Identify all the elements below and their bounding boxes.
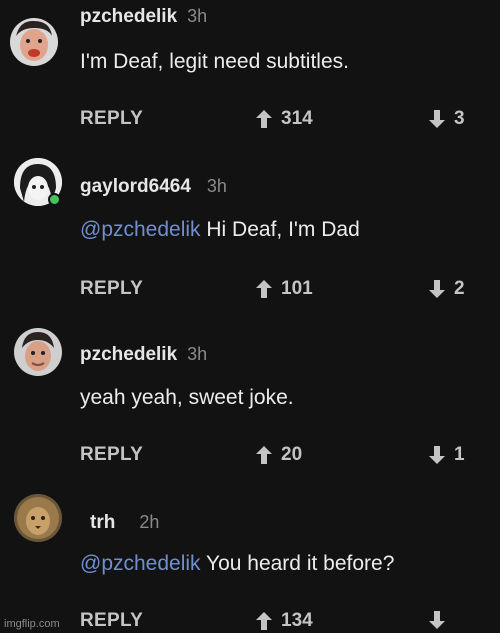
upvote-count: 101 (281, 278, 313, 299)
username[interactable]: pzchedelik (80, 6, 177, 27)
comment-text: yeah yeah, sweet joke. (80, 386, 294, 410)
comment-actions: REPLY 134 (0, 610, 500, 633)
timestamp: 3h (187, 6, 208, 26)
watermark: imgflip.com (4, 618, 60, 630)
comment-header: pzchedelik 3h (80, 344, 207, 366)
comment-actions: REPLY 101 2 (0, 278, 500, 308)
downvote-count: 3 (454, 108, 465, 129)
username[interactable]: trh (90, 512, 115, 533)
mention-link[interactable]: @pzchedelik (80, 552, 201, 575)
reply-button[interactable]: REPLY (80, 278, 143, 300)
comment-actions: REPLY 314 3 (0, 108, 500, 138)
arrow-up-icon (256, 110, 272, 128)
upvote-button[interactable]: 314 (255, 108, 313, 130)
reply-button[interactable]: REPLY (80, 610, 143, 632)
comment-text-body: You heard it before? (200, 552, 395, 575)
lion-avatar-icon (14, 494, 62, 542)
username[interactable]: gaylord6464 (80, 176, 191, 197)
downvote-count: 1 (454, 444, 465, 465)
arrow-down-icon (429, 110, 445, 128)
comment-actions: REPLY 20 1 (0, 444, 500, 474)
comment-header: gaylord6464 3h (80, 176, 227, 198)
comment-text: @pzchedelik Hi Deaf, I'm Dad (80, 218, 360, 242)
arrow-up-icon (256, 612, 272, 630)
comment-text-body: Hi Deaf, I'm Dad (200, 218, 360, 241)
arrow-up-icon (256, 280, 272, 298)
upvote-button[interactable]: 20 (255, 444, 302, 466)
upvote-count: 20 (281, 444, 303, 465)
mention-link[interactable]: @pzchedelik (80, 218, 201, 241)
face-avatar-icon (14, 328, 62, 376)
comment-text-body: I'm Deaf, legit need subtitles. (80, 50, 349, 73)
timestamp: 2h (139, 512, 160, 532)
upvote-button[interactable]: 134 (255, 610, 313, 632)
upvote-count: 134 (281, 610, 313, 631)
comment-text: I'm Deaf, legit need subtitles. (80, 50, 349, 74)
face-avatar-icon (10, 18, 58, 66)
comment-header: pzchedelik 3h (80, 6, 207, 28)
timestamp: 3h (187, 344, 208, 364)
upvote-count: 314 (281, 108, 313, 129)
avatar[interactable] (14, 494, 62, 542)
downvote-button[interactable]: 2 (428, 278, 465, 300)
reply-button[interactable]: REPLY (80, 444, 143, 466)
arrow-down-icon (429, 280, 445, 298)
downvote-count: 2 (454, 278, 465, 299)
comment-header: trh 2h (90, 512, 159, 534)
downvote-button[interactable]: 1 (428, 444, 465, 466)
online-status-icon (48, 193, 61, 206)
avatar[interactable] (14, 328, 62, 376)
downvote-button[interactable]: 3 (428, 108, 465, 130)
timestamp: 3h (206, 176, 227, 196)
avatar[interactable] (10, 18, 58, 66)
arrow-down-icon (429, 446, 445, 464)
comment-text-body: yeah yeah, sweet joke. (80, 386, 294, 409)
username[interactable]: pzchedelik (80, 344, 177, 365)
upvote-button[interactable]: 101 (255, 278, 313, 300)
arrow-up-icon (256, 446, 272, 464)
arrow-down-icon (429, 611, 445, 629)
comment-text: @pzchedelik You heard it before? (80, 552, 394, 576)
reply-button[interactable]: REPLY (80, 108, 143, 130)
downvote-button[interactable] (428, 610, 454, 630)
